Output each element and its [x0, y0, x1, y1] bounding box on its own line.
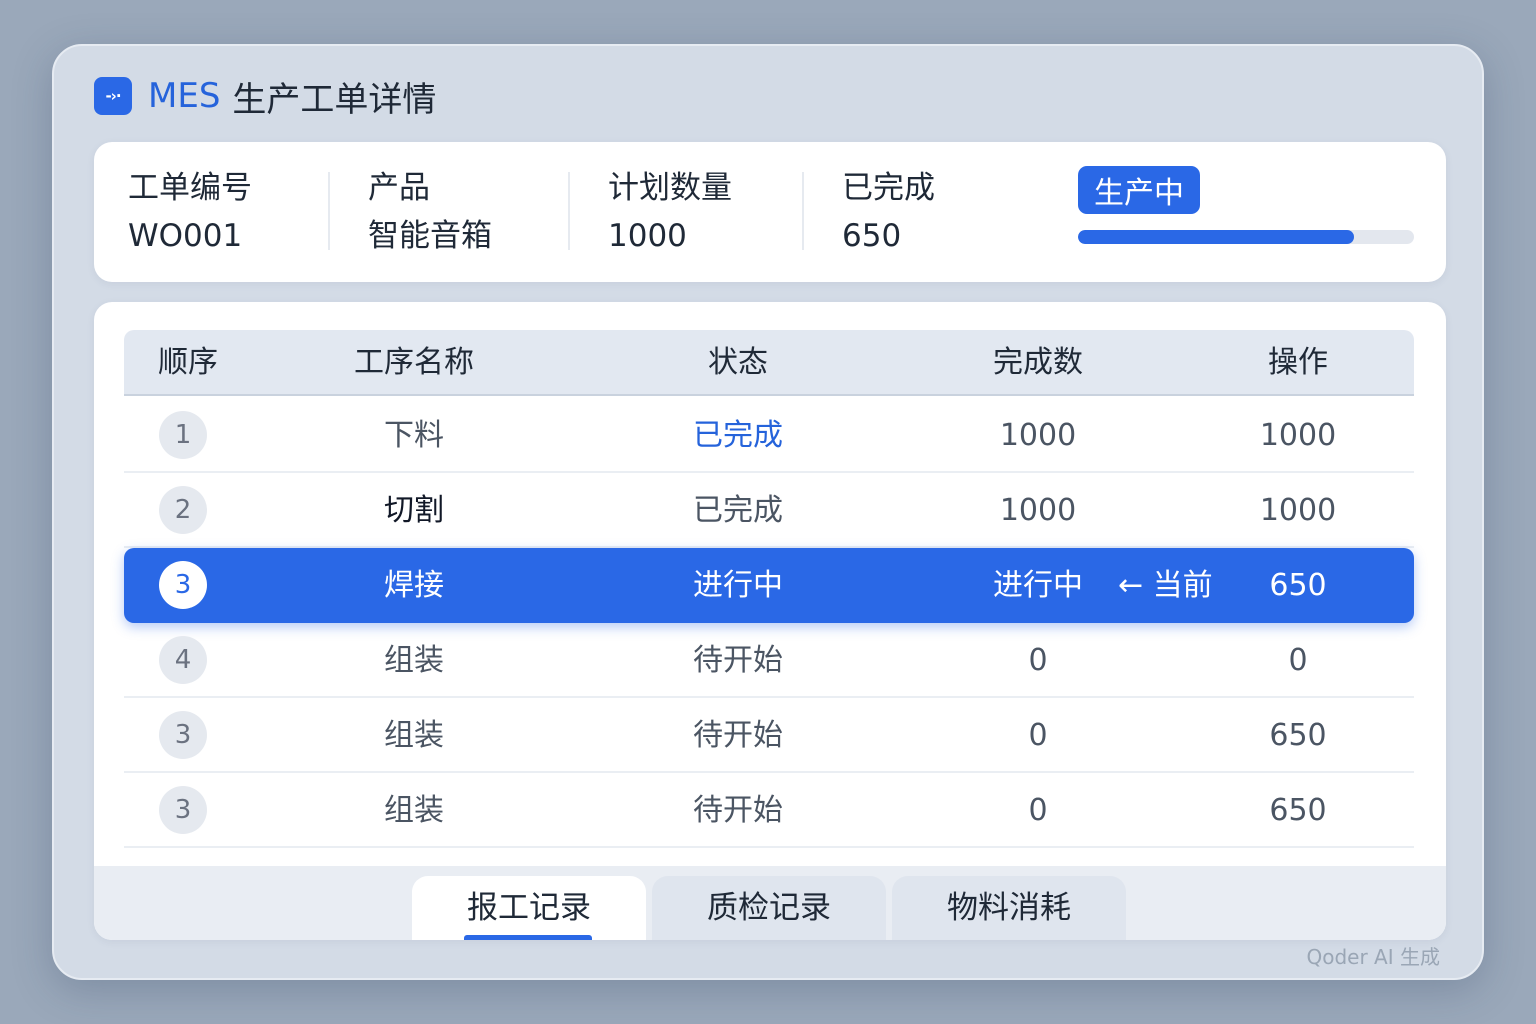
table-row-current[interactable]: 3 焊接 进行中 进行中 ← 当前 650 — [124, 548, 1414, 623]
seq-number: 4 — [159, 636, 207, 684]
tab-label: 物料消耗 — [947, 890, 1071, 926]
table-row[interactable]: 4 组装 待开始 0 0 — [124, 623, 1414, 698]
table-row[interactable]: 3 组装 待开始 0 650 — [124, 698, 1414, 773]
table-row[interactable]: 2 切割 已完成 1000 1000 — [124, 473, 1414, 548]
action-value[interactable]: 650 — [1269, 548, 1326, 623]
progress-bar-fill — [1078, 230, 1354, 244]
product-field: 产品 智能音箱 — [368, 168, 492, 256]
summary-divider — [568, 172, 570, 250]
title-bar: -›· MES 生产工单详情 — [94, 76, 436, 120]
watermark: Qoder AI 生成 — [1306, 945, 1441, 969]
action-value[interactable]: 650 — [1269, 773, 1326, 848]
current-step-marker: ← 当前 — [1118, 568, 1213, 603]
planned-qty-field: 计划数量 1000 — [608, 168, 732, 256]
seq-number: 3 — [159, 786, 207, 834]
planned-qty-value: 1000 — [608, 218, 687, 254]
completed-qty-value: 650 — [842, 218, 902, 254]
action-value[interactable]: 0 — [1288, 623, 1307, 698]
action-value[interactable]: 1000 — [1260, 473, 1336, 548]
tab-material-consumption[interactable]: 物料消耗 — [892, 876, 1126, 940]
process-name: 切割 — [384, 493, 444, 528]
done-count: 1000 — [999, 418, 1077, 453]
action-value[interactable]: 650 — [1269, 698, 1326, 773]
header-process-name: 工序名称 — [354, 345, 474, 380]
product-value: 智能音箱 — [368, 218, 492, 254]
tab-label: 报工记录 — [467, 890, 591, 926]
status-badge: 生产中 — [1078, 166, 1200, 214]
order-no-value: WO001 — [128, 218, 243, 254]
process-name: 组装 — [384, 793, 444, 828]
process-status: 进行中 — [693, 568, 783, 603]
action-value[interactable]: 1000 — [1260, 398, 1336, 473]
active-tab-indicator — [464, 935, 592, 940]
app-window: -›· MES 生产工单详情 工单编号 WO001 产品 智能音箱 计划数量 1… — [52, 44, 1484, 980]
seq-number: 2 — [159, 486, 207, 534]
process-status: 待开始 — [693, 643, 783, 678]
completed-qty-label: 已完成 — [842, 170, 935, 206]
tab-quality-records[interactable]: 质检记录 — [652, 876, 886, 940]
records-tab-bar: 报工记录 质检记录 物料消耗 — [94, 866, 1446, 940]
tab-label: 质检记录 — [707, 890, 831, 926]
order-summary-card: 工单编号 WO001 产品 智能音箱 计划数量 1000 已完成 650 生产中 — [94, 142, 1446, 282]
seq-number: 3 — [159, 561, 207, 609]
done-count: 0 — [1028, 643, 1048, 678]
process-name: 组装 — [384, 718, 444, 753]
tab-report-records[interactable]: 报工记录 — [412, 876, 646, 940]
page-title: 生产工单详情 — [232, 79, 437, 120]
header-action: 操作 — [1268, 345, 1328, 380]
process-name: 焊接 — [384, 568, 444, 603]
done-count: 进行中 — [993, 568, 1083, 603]
completed-qty-field: 已完成 650 — [842, 168, 935, 256]
table-row[interactable]: 3 组装 待开始 0 650 — [124, 773, 1414, 848]
done-count: 1000 — [999, 493, 1077, 528]
progress-bar — [1078, 230, 1414, 244]
app-brand: MES — [148, 76, 221, 116]
process-status: 待开始 — [693, 718, 783, 753]
process-name: 组装 — [384, 643, 444, 678]
product-label: 产品 — [368, 170, 430, 206]
done-count: 0 — [1028, 793, 1048, 828]
order-no-field: 工单编号 WO001 — [128, 168, 252, 256]
done-count: 0 — [1028, 718, 1048, 753]
process-status: 待开始 — [693, 793, 783, 828]
table-row[interactable]: 1 下料 已完成 1000 1000 — [124, 398, 1414, 473]
app-logo-icon: -›· — [94, 77, 132, 115]
table-header-row: 顺序 工序名称 状态 完成数 操作 — [124, 330, 1414, 396]
process-name: 下料 — [384, 418, 444, 453]
order-no-label: 工单编号 — [128, 170, 252, 206]
summary-divider — [802, 172, 804, 250]
header-done-count: 完成数 — [993, 345, 1083, 380]
planned-qty-label: 计划数量 — [608, 170, 732, 206]
process-status: 已完成 — [693, 493, 783, 528]
summary-divider — [328, 172, 330, 250]
seq-number: 1 — [159, 411, 207, 459]
header-seq: 顺序 — [158, 345, 218, 380]
seq-number: 3 — [159, 711, 207, 759]
table-body: 1 下料 已完成 1000 1000 2 切割 已完成 1000 1000 3 … — [124, 398, 1414, 848]
header-status: 状态 — [708, 345, 768, 380]
process-status: 已完成 — [693, 418, 783, 453]
process-table-card: 顺序 工序名称 状态 完成数 操作 1 下料 已完成 1000 1000 2 切… — [94, 302, 1446, 940]
